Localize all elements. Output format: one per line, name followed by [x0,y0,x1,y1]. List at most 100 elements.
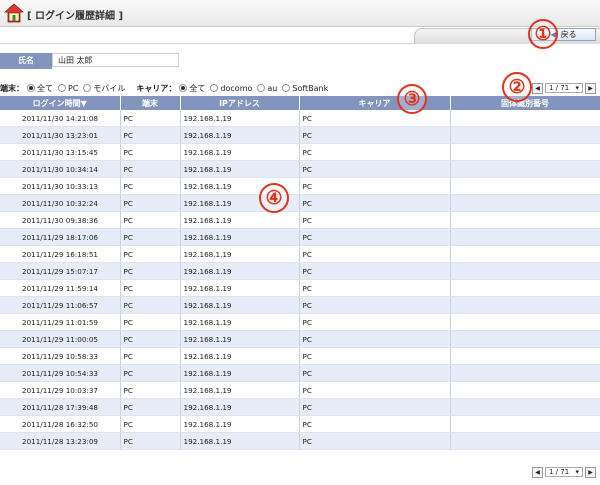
prev-page-icon[interactable]: ◀ [532,82,543,94]
table-row: 2011/11/30 14:21:08 PC 192.168.1.19 PC [0,110,600,127]
radio-icon [210,84,219,92]
prev-page-icon[interactable]: ◀ [532,466,543,478]
table-row: 2011/11/29 11:59:14 PC 192.168.1.19 PC [0,279,600,297]
table-cell: 2011/11/28 16:32:50 [0,415,121,433]
table-cell: 192.168.1.19 [180,296,300,314]
carrier-radio-au[interactable]: au [257,84,277,93]
table-row: 2011/11/29 11:06:57 PC 192.168.1.19 PC [0,296,600,314]
table-cell: 192.168.1.19 [180,364,300,382]
table-cell [450,347,600,365]
page-select[interactable]: 1 / 71 ▾ [545,467,583,477]
table-cell: PC [299,330,451,348]
table-cell: PC [120,211,181,229]
table-cell: 2011/11/30 10:33:13 [0,177,121,195]
device-radio-all[interactable]: 全て [27,83,53,94]
table-cell: PC [299,110,451,127]
radio-icon [27,84,35,92]
table-cell: 2011/11/29 11:06:57 [0,296,121,314]
login-history-table: ログイン時間▼ 端末 IPアドレス キャリア 固体識別番号 2011/11/30… [0,96,600,450]
table-cell: PC [120,126,181,144]
table-row: 2011/11/30 10:32:24 PC 192.168.1.19 PC [0,194,600,212]
table-cell: PC [299,126,451,144]
table-cell: 2011/11/28 17:39:48 [0,398,121,416]
pager-top: ◀ 1 / 71 ▾ ▶ [530,82,598,94]
table-cell [450,262,600,280]
table-cell: PC [120,177,181,195]
table-row: 2011/11/29 11:00:05 PC 192.168.1.19 PC [0,330,600,348]
table-cell [450,110,600,127]
carrier-radio-docomo[interactable]: docomo [210,84,252,93]
table-cell: 192.168.1.19 [180,143,300,161]
table-cell: 2011/11/30 09:38:36 [0,211,121,229]
table-row: 2011/11/28 17:39:48 PC 192.168.1.19 PC [0,398,600,416]
col-carrier: キャリア [299,96,451,110]
radio-icon [83,84,92,92]
table-cell: PC [120,381,181,399]
carrier-radio-all[interactable]: 全て [179,83,205,94]
carrier-radio-softbank[interactable]: SoftBank [282,84,328,93]
table-cell: 192.168.1.19 [180,432,300,450]
table-cell: 192.168.1.19 [180,347,300,365]
table-cell: 2011/11/29 11:00:05 [0,330,121,348]
table-cell: PC [120,347,181,365]
table-cell: PC [299,347,451,365]
table-cell: PC [299,398,451,416]
table-cell: 192.168.1.19 [180,381,300,399]
table-cell: 192.168.1.19 [180,160,300,178]
table-cell: 192.168.1.19 [180,228,300,246]
table-cell: PC [299,194,451,212]
table-cell: PC [120,432,181,450]
table-cell: 192.168.1.19 [180,262,300,280]
table-cell: PC [120,110,181,127]
table-cell: 192.168.1.19 [180,330,300,348]
table-row: 2011/11/30 10:33:13 PC 192.168.1.19 PC [0,177,600,195]
table-cell: 2011/11/29 18:17:06 [0,228,121,246]
table-cell [450,313,600,331]
table-row: 2011/11/30 13:15:45 PC 192.168.1.19 PC [0,143,600,161]
table-cell: 2011/11/29 10:03:37 [0,381,121,399]
next-page-icon[interactable]: ▶ [585,466,596,478]
table-cell: PC [299,262,451,280]
table-row: 2011/11/30 09:38:36 PC 192.168.1.19 PC [0,211,600,229]
table-cell: 2011/11/30 13:15:45 [0,143,121,161]
radio-icon [179,84,188,92]
table-cell: 2011/11/29 10:54:33 [0,364,121,382]
table-cell: PC [299,245,451,263]
table-cell: PC [120,330,181,348]
radio-icon [282,84,291,92]
col-ip-address: IPアドレス [180,96,300,110]
table-cell: PC [299,415,451,433]
toolbar-strip [0,26,600,44]
table-cell: PC [120,398,181,416]
table-cell [450,415,600,433]
table-cell: 192.168.1.19 [180,415,300,433]
annotation-marker-3: ③ [397,84,427,114]
table-cell: 2011/11/30 10:34:14 [0,160,121,178]
table-cell: 2011/11/29 16:18:51 [0,245,121,263]
col-login-time[interactable]: ログイン時間▼ [0,96,121,110]
table-cell: 2011/11/28 13:23:09 [0,432,121,450]
device-filter-label: 端末： [0,83,24,93]
table-cell: PC [299,279,451,297]
table-cell: PC [299,177,451,195]
table-cell: PC [120,262,181,280]
table-cell: PC [299,228,451,246]
table-cell: 192.168.1.19 [180,110,300,127]
table-cell [450,279,600,297]
table-cell [450,228,600,246]
table-cell: PC [120,296,181,314]
table-row: 2011/11/28 13:23:09 PC 192.168.1.19 PC [0,432,600,450]
table-cell: PC [299,313,451,331]
back-button-label: 戻る [560,30,577,39]
device-radio-pc[interactable]: PC [58,84,78,93]
page-select[interactable]: 1 / 71 ▾ [545,83,583,93]
device-radio-mobile[interactable]: モバイル [83,83,125,94]
table-cell: PC [120,245,181,263]
table-cell [450,143,600,161]
next-page-icon[interactable]: ▶ [585,82,596,94]
table-cell: 2011/11/29 15:07:17 [0,262,121,280]
table-row: 2011/11/29 10:54:33 PC 192.168.1.19 PC [0,364,600,382]
title-bar: [ ログイン履歴詳細 ] [0,0,600,27]
table-cell: 2011/11/29 11:01:59 [0,313,121,331]
page-title: [ ログイン履歴詳細 ] [27,11,124,22]
